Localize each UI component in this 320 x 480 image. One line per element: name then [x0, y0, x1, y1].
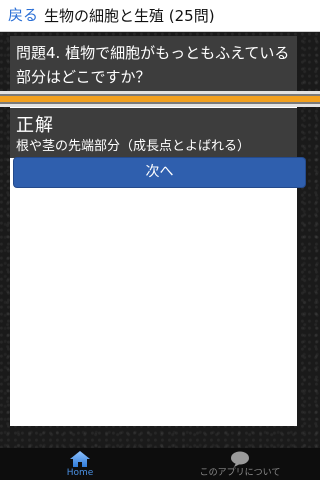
next-button[interactable]: 次へ [13, 157, 306, 188]
page-title: 生物の細胞と生殖 (25問) [44, 6, 215, 25]
divider-band [0, 91, 320, 107]
tab-home[interactable]: Home [0, 448, 160, 480]
tab-bar: Home このアプリについて [0, 448, 320, 480]
answer-heading: 正解 [16, 115, 54, 136]
answer-box: 正解 根や茎の先端部分（成長点とよばれる） [10, 108, 297, 158]
home-icon [70, 451, 90, 467]
navigation-bar: 戻る 生物の細胞と生殖 (25問) [0, 0, 320, 32]
answer-text: 根や茎の先端部分（成長点とよばれる） [16, 139, 251, 154]
tab-home-label: Home [66, 468, 94, 478]
tab-about-label: このアプリについて [199, 468, 281, 478]
speech-bubble-icon [231, 451, 249, 467]
tab-about[interactable]: このアプリについて [160, 448, 320, 480]
back-button[interactable]: 戻る [0, 0, 44, 32]
question-text: 問題4. 植物で細胞がもっともふえている部分はどこですか？ [10, 36, 297, 92]
